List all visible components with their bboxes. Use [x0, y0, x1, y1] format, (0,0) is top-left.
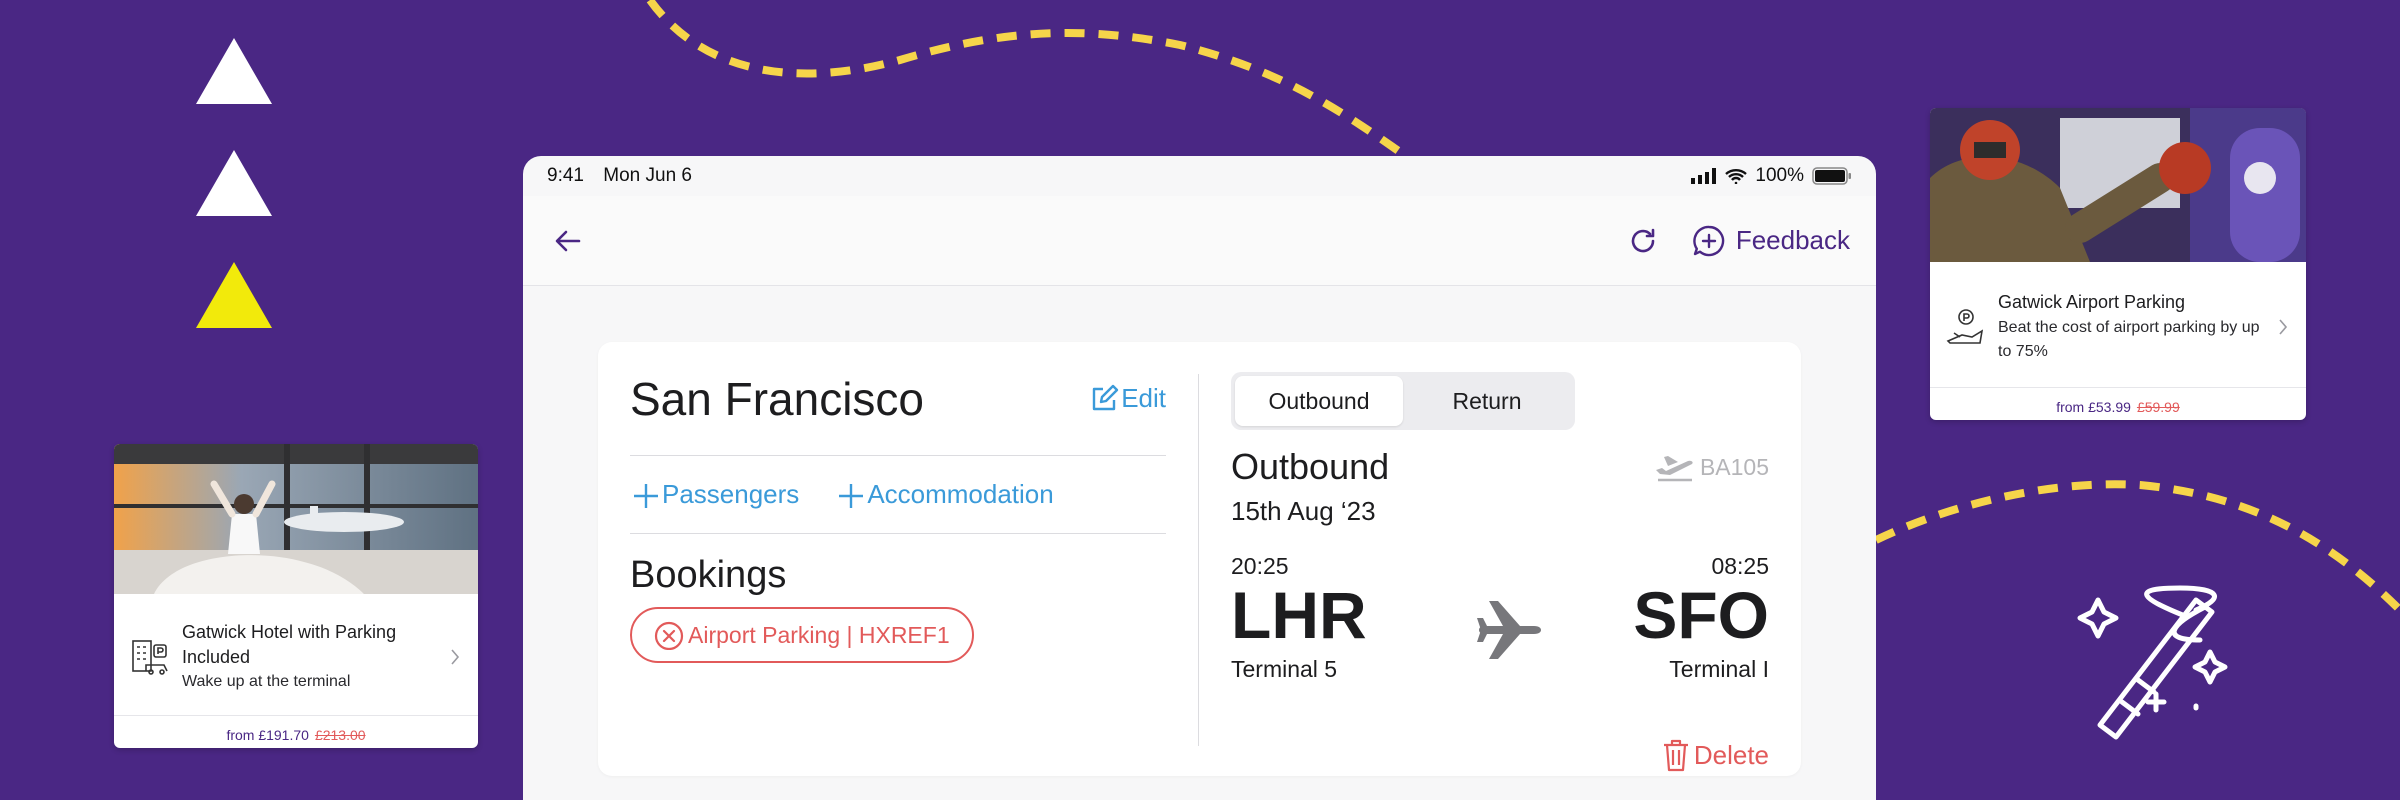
flight-takeoff-icon	[1655, 456, 1693, 482]
back-arrow-icon[interactable]	[553, 226, 583, 256]
parking-plane-icon	[1946, 309, 1984, 344]
wifi-icon	[1725, 169, 1748, 184]
delete-label: Delete	[1693, 739, 1769, 770]
arrival-code: SFO	[1633, 578, 1769, 652]
promo-parking-title: Gatwick Airport Parking	[1998, 292, 2186, 313]
flight-section-title: Outbound	[1231, 446, 1390, 487]
battery-icon	[1812, 167, 1851, 185]
flight-route: 20:25 LHR Terminal 5 08:25 SFO Terminal …	[1231, 553, 1769, 703]
triangle-yellow	[196, 262, 272, 328]
arrival: 08:25 SFO Terminal I	[1633, 553, 1769, 683]
status-bar: 9:41 Mon Jun 6 100%	[523, 156, 1876, 196]
column-divider	[1198, 374, 1199, 746]
flight-date: 15th Aug ‘23	[1231, 496, 1376, 526]
add-accommodation-button[interactable]: Accommodation	[837, 479, 1054, 510]
flight-details: Outbound Return Outbound BA105 15th Aug …	[1231, 372, 1769, 703]
booking-chip-label: Airport Parking | HXREF1	[688, 621, 950, 648]
trip-details: San Francisco Edit Passengers Accommodat…	[630, 342, 1166, 663]
departure: 20:25 LHR Terminal 5	[1231, 553, 1367, 683]
flight-direction-segmented-control: Outbound Return	[1231, 372, 1575, 430]
status-time: 9:41	[547, 165, 584, 186]
flight-number: BA105	[1654, 450, 1769, 484]
arrival-terminal: Terminal I	[1669, 656, 1769, 682]
edit-button[interactable]: Edit	[1089, 383, 1166, 414]
promo-hotel-old-price: £213.00	[314, 726, 366, 743]
add-accommodation-label: Accommodation	[867, 479, 1054, 509]
chevron-right-icon	[2279, 319, 2288, 335]
tab-return[interactable]: Return	[1403, 376, 1571, 426]
promo-hotel-title: Gatwick Hotel with Parking Included	[182, 621, 397, 667]
promo-hotel-price: from £191.70	[226, 726, 309, 743]
dashed-curve-top	[646, 0, 1403, 156]
hotel-icon	[132, 640, 168, 675]
trash-icon	[1663, 739, 1688, 772]
dashed-curve-right	[1874, 480, 2400, 613]
bookings-heading: Bookings	[630, 554, 787, 596]
promo-parking-old-price: £59.99	[2136, 398, 2180, 415]
plus-icon	[634, 483, 658, 508]
refresh-icon[interactable]	[1628, 226, 1658, 256]
triangle-white-1	[196, 38, 272, 104]
edit-icon	[1092, 384, 1119, 410]
promo-hotel-subtitle: Wake up at the terminal	[182, 673, 351, 691]
feedback-label: Feedback	[1735, 225, 1850, 255]
magic-wand-icon	[2077, 585, 2228, 740]
booking-chip-parking[interactable]: Airport Parking | HXREF1	[630, 607, 974, 663]
feedback-plus-icon	[1693, 225, 1724, 256]
trip-card: San Francisco Edit Passengers Accommodat…	[598, 342, 1801, 776]
departure-terminal: Terminal 5	[1231, 656, 1338, 682]
arrival-time: 08:25	[1711, 553, 1769, 579]
battery-percent: 100%	[1755, 165, 1804, 186]
airplane-icon	[1477, 601, 1541, 659]
plus-icon	[839, 483, 864, 508]
nav-bar: Feedback	[523, 196, 1876, 286]
chevron-right-icon	[451, 649, 460, 665]
feedback-button[interactable]: Feedback	[1692, 224, 1850, 258]
departure-time: 20:25	[1231, 553, 1289, 579]
promo-parking-subtitle: Beat the cost of airport parking by up t…	[1998, 318, 2260, 360]
tab-outbound[interactable]: Outbound	[1235, 376, 1403, 426]
close-circle-icon[interactable]	[654, 620, 684, 650]
promo-parking-price: from £53.99	[2056, 398, 2131, 415]
flight-number-label: BA105	[1699, 453, 1769, 480]
triangle-white-2	[196, 150, 272, 216]
trip-city: San Francisco	[630, 372, 925, 425]
boxing-image	[1930, 108, 2306, 262]
delete-button[interactable]: Delete	[1662, 738, 1769, 772]
signal-icon	[1691, 168, 1717, 184]
edit-label: Edit	[1121, 383, 1166, 413]
promo-card-parking[interactable]: Gatwick Airport Parking Beat the cost of…	[1930, 108, 2306, 420]
add-passengers-label: Passengers	[662, 479, 800, 509]
status-date: Mon Jun 6	[603, 165, 692, 186]
hotel-bedroom-image	[114, 444, 478, 594]
promo-card-hotel[interactable]: Gatwick Hotel with Parking Included Wake…	[114, 444, 478, 748]
departure-code: LHR	[1231, 578, 1367, 652]
add-passengers-button[interactable]: Passengers	[632, 479, 799, 510]
tablet-screen: 9:41 Mon Jun 6 100% Feedback San Francis…	[523, 156, 1876, 800]
